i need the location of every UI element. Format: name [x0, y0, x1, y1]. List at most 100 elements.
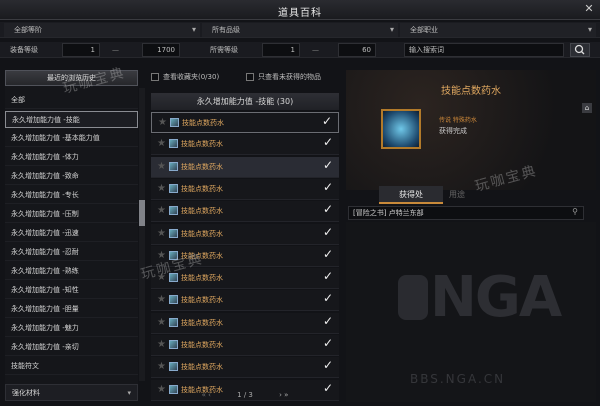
prev-page-icon[interactable]: ‹: [208, 391, 211, 399]
favorites-label: 查看收藏夹(0/30): [163, 73, 220, 81]
unowned-checkbox[interactable]: [246, 73, 254, 81]
potion-icon: [381, 109, 421, 149]
item-level-min-input[interactable]: 1: [62, 43, 100, 57]
star-icon[interactable]: ★: [158, 117, 167, 128]
item-level-label: 装备等级: [10, 46, 38, 54]
next-page-icon[interactable]: ›: [279, 391, 282, 399]
search-input[interactable]: 输入搜索词: [404, 43, 564, 57]
item-name: 技能点数药水: [181, 296, 223, 305]
category-label: 永久增加能力值 -熟练: [11, 267, 79, 275]
source-entry[interactable]: [冒险之书] 卢特兰东部: [348, 206, 584, 220]
item-list-header: 永久增加能力值 -技能 (30): [151, 93, 339, 110]
category-enhancement-materials[interactable]: 强化材料 ▾: [5, 384, 138, 401]
tab-source[interactable]: 获得处: [379, 186, 443, 204]
category-label: 永久增加能力值 -技能: [12, 116, 80, 124]
potion-icon: [169, 362, 178, 372]
category-item[interactable]: 永久增加能力值 -忍耐: [5, 244, 138, 261]
last-page-icon[interactable]: »: [284, 391, 288, 399]
search-icon[interactable]: ⚲: [568, 207, 582, 219]
item-row[interactable]: ★ 技能点数药水 ✓: [151, 290, 339, 312]
item-row[interactable]: ★ 技能点数药水 ✓: [151, 156, 339, 178]
req-level-max-input[interactable]: 60: [338, 43, 376, 57]
req-level-min-input[interactable]: 1: [262, 43, 300, 57]
check-icon: ✓: [322, 157, 333, 172]
category-item[interactable]: 永久增加能力值 -亲切: [5, 339, 138, 356]
tier-select[interactable]: 全部等阶 ▾: [4, 23, 200, 37]
star-icon[interactable]: ★: [157, 361, 166, 372]
item-row[interactable]: ★ 技能点数药水 ✓: [151, 178, 339, 200]
item-name: 技能点数药水: [181, 274, 223, 283]
category-item[interactable]: 永久增加能力值 -技能: [5, 111, 138, 128]
chevron-down-icon: ▾: [587, 25, 592, 34]
potion-icon: [169, 183, 178, 193]
category-label: 永久增加能力值 -体力: [11, 153, 79, 161]
item-row[interactable]: ★ 技能点数药水 ✓: [151, 312, 339, 334]
category-item[interactable]: 永久增加能力值 -压制: [5, 206, 138, 223]
item-encyclopedia-window: 道具百科 ✕ 全部等阶 ▾ 所有品级 ▾ 全部职业 ▾ 装备等级 1 — 1700 所…: [0, 0, 600, 406]
filter-row-2: 装备等级 1 — 1700 所需等级 1 — 60 输入搜索词: [0, 42, 600, 58]
category-item[interactable]: 永久增加能力值 -迅速: [5, 225, 138, 242]
category-item[interactable]: 永久增加能力值 -熟练: [5, 263, 138, 280]
unowned-label: 只查看未获得的物品: [258, 73, 321, 81]
star-icon[interactable]: ★: [157, 205, 166, 216]
star-icon[interactable]: ★: [157, 161, 166, 172]
category-item[interactable]: 永久增加能力值 -体力: [5, 149, 138, 166]
category-item[interactable]: 技能符文: [5, 358, 138, 375]
category-item[interactable]: 永久增加能力值 -胆量: [5, 301, 138, 318]
check-icon: ✓: [321, 114, 332, 128]
close-icon[interactable]: ✕: [582, 2, 596, 16]
star-icon[interactable]: ★: [157, 138, 166, 149]
category-item[interactable]: 永久增加能力值 -知性: [5, 282, 138, 299]
category-label: 永久增加能力值 -压制: [11, 210, 79, 218]
nga-paw-logo: [398, 275, 428, 320]
grade-select[interactable]: 所有品级 ▾: [202, 23, 398, 37]
category-item[interactable]: 永久增加能力值 -专长: [5, 187, 138, 204]
item-name: 技能点数药水: [182, 119, 224, 127]
home-icon[interactable]: ⌂: [582, 103, 592, 113]
star-icon[interactable]: ★: [157, 183, 166, 194]
chevron-down-icon: ▾: [389, 25, 394, 34]
pagination: « ‹ 1 / 3 › »: [151, 388, 339, 402]
category-scrollbar-thumb[interactable]: [139, 200, 145, 226]
page-indicator: 1 / 3: [237, 391, 253, 399]
item-row[interactable]: ★ 技能点数药水 ✓: [151, 134, 339, 156]
category-item[interactable]: 永久增加能力值 -基本能力值: [5, 130, 138, 147]
search-button[interactable]: [570, 43, 590, 57]
star-icon[interactable]: ★: [157, 294, 166, 305]
chevron-down-icon: ▾: [191, 25, 196, 34]
category-label: 永久增加能力值 -胆量: [11, 305, 79, 313]
favorites-checkbox[interactable]: [151, 73, 159, 81]
item-grade: 传说 特殊药水: [439, 117, 477, 124]
item-row[interactable]: ★ 技能点数药水 ✓: [151, 357, 339, 379]
check-icon: ✓: [322, 202, 333, 217]
category-scrollbar[interactable]: [139, 88, 145, 381]
first-page-icon[interactable]: «: [202, 391, 206, 399]
potion-icon: [169, 228, 178, 238]
window-title: 道具百科: [278, 8, 322, 19]
class-select[interactable]: 全部职业 ▾: [400, 23, 596, 37]
item-row[interactable]: ★ 技能点数药水 ✓: [151, 335, 339, 356]
title-bar: 道具百科 ✕: [0, 0, 600, 20]
check-icon: ✓: [322, 135, 333, 150]
item-detail-name: 技能点数药水: [441, 86, 501, 97]
potion-icon: [169, 206, 178, 216]
nga-watermark: NGA: [430, 265, 562, 330]
check-icon: ✓: [322, 291, 333, 306]
grade-select-value: 所有品级: [212, 26, 240, 34]
star-icon[interactable]: ★: [157, 339, 166, 350]
category-label: 永久增加能力值 -迅速: [11, 229, 79, 237]
star-icon[interactable]: ★: [157, 228, 166, 239]
category-item[interactable]: 永久增加能力值 -致命: [5, 168, 138, 185]
item-row[interactable]: ★ 技能点数药水 ✓: [151, 201, 339, 223]
item-row[interactable]: ★ 技能点数药水 ✓: [151, 112, 339, 133]
range-dash: —: [312, 46, 319, 54]
category-label: 强化材料: [12, 389, 40, 397]
star-icon[interactable]: ★: [157, 317, 166, 328]
item-name: 技能点数药水: [181, 341, 223, 349]
item-level-max-input[interactable]: 1700: [142, 43, 180, 57]
category-item[interactable]: 永久增加能力值 -魅力: [5, 320, 138, 337]
req-level-label: 所需等级: [210, 46, 238, 54]
category-label: 永久增加能力值 -专长: [11, 191, 79, 199]
item-row[interactable]: ★ 技能点数药水 ✓: [151, 223, 339, 245]
category-label: 永久增加能力值 -忍耐: [11, 248, 79, 256]
